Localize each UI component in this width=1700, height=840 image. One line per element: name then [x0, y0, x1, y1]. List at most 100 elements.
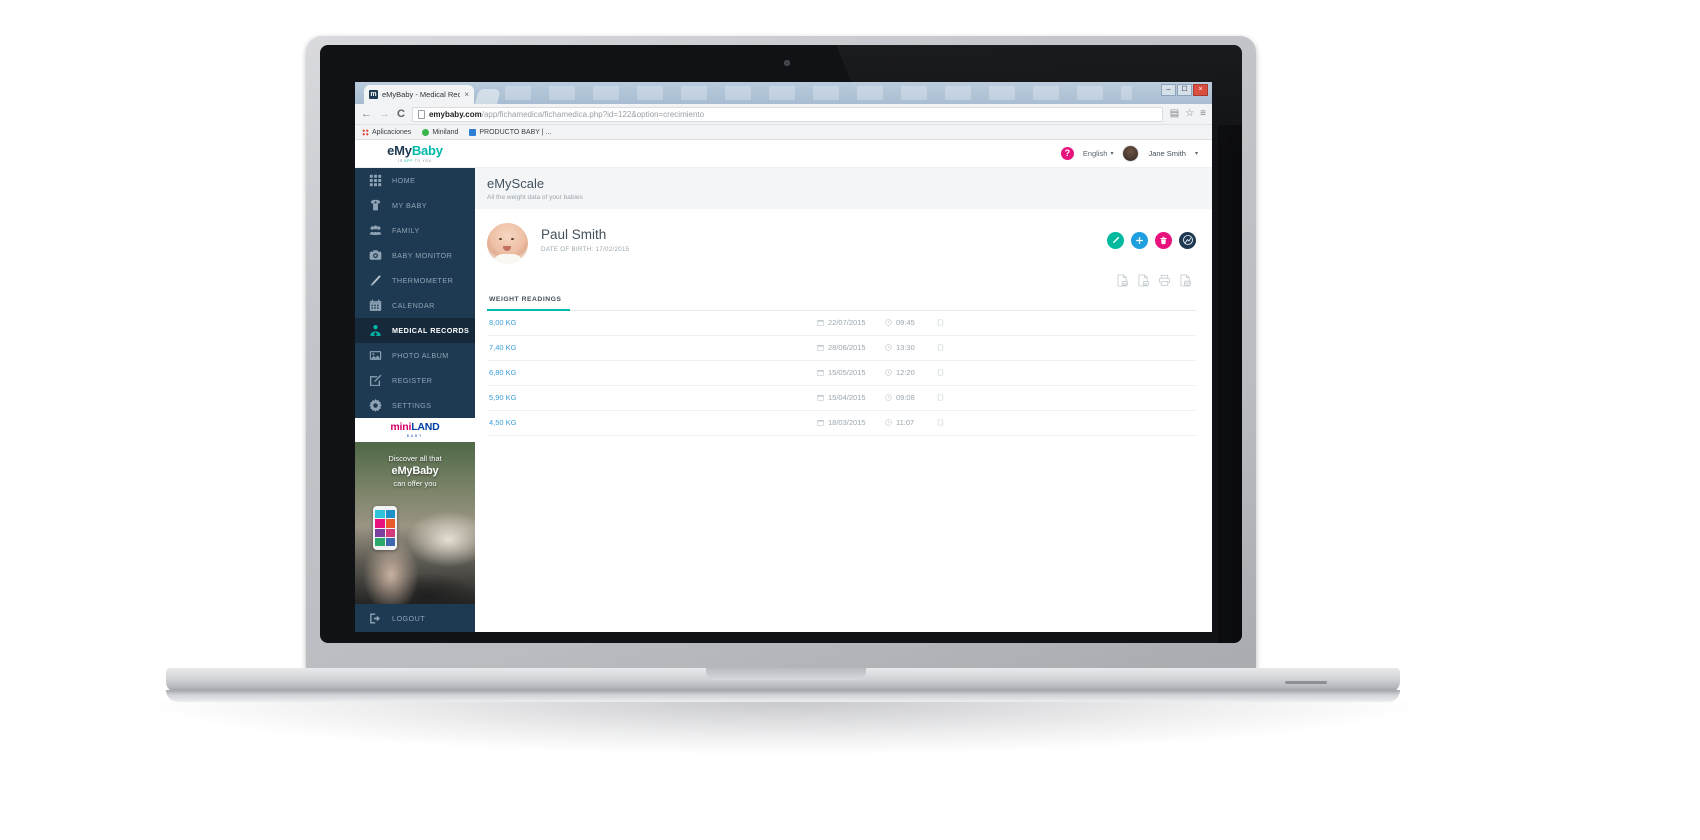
print-button[interactable] [1158, 274, 1171, 287]
language-selector[interactable]: English ▾ [1083, 149, 1114, 158]
forward-icon[interactable]: → [379, 108, 390, 120]
window-minimize-button[interactable]: – [1161, 84, 1176, 96]
calendar-icon [817, 395, 824, 402]
delete-button[interactable] [1155, 231, 1172, 249]
tab-close-icon[interactable]: × [464, 90, 469, 99]
edit-button[interactable] [1107, 231, 1124, 249]
logo-part-b: Baby [411, 143, 443, 159]
sidebar-item-label: PHOTO ALBUM [392, 351, 449, 360]
tab-title: eMyBaby - Medical Reco [382, 90, 461, 99]
page-subtitle: All the weight data of your babies [487, 193, 583, 201]
bookmark-star-icon[interactable]: ☆ [1185, 109, 1194, 119]
chevron-down-icon[interactable]: ▾ [1195, 150, 1198, 157]
sidebar-item-medical-records[interactable]: MEDICAL RECORDS [355, 318, 475, 343]
reading-weight: 5,90 KG [489, 393, 517, 403]
miniland-word-a: mini [390, 421, 412, 434]
screen-content: m eMyBaby - Medical Reco × – ☐ × ← → C e… [355, 82, 1212, 632]
sidebar: HOME MY BABY FAMILY BABY MONITOR THERMOM… [355, 168, 475, 632]
extension-icon[interactable]: ▤ [1170, 109, 1179, 119]
reading-time: 09:08 [885, 393, 937, 402]
back-icon[interactable]: ← [361, 108, 372, 120]
chart-button[interactable] [1179, 231, 1196, 249]
add-button[interactable] [1131, 231, 1148, 249]
reading-date-text: 15/05/2015 [828, 368, 866, 378]
sidebar-item-home[interactable]: HOME [355, 168, 475, 193]
reading-weight: 7,40 KG [489, 343, 517, 353]
bookmark-label: PRODUCTO BABY | ... [479, 128, 552, 136]
sidebar-item-my-baby[interactable]: MY BABY [355, 193, 475, 218]
sidebar-item-register[interactable]: REGISTER [355, 368, 475, 393]
reading-note[interactable] [937, 394, 944, 401]
table-row[interactable]: 7,40 KG 28/06/2015 13:30 [487, 336, 1196, 361]
bookmark-producto-baby[interactable]: PRODUCTO BABY | ... [469, 128, 552, 136]
baby-avatar[interactable] [487, 222, 528, 264]
webcam-icon [784, 60, 790, 66]
bookmark-apps[interactable]: Aplicaciones [362, 128, 411, 136]
miniland-logo-sub: BABY [406, 433, 424, 438]
baby-dob: DATE OF BIRTH: 17/02/2015 [541, 245, 630, 253]
avatar[interactable] [1122, 145, 1140, 162]
sidebar-item-baby-monitor[interactable]: BABY MONITOR [355, 243, 475, 268]
avatar-detail [493, 253, 523, 264]
reading-note[interactable] [937, 419, 944, 426]
sidebar-item-logout[interactable]: LOGOUT [355, 604, 475, 632]
sidebar-item-thermometer[interactable]: THERMOMETER [355, 268, 475, 293]
help-icon[interactable]: ? [1060, 147, 1074, 160]
clock-icon [885, 394, 892, 402]
page-title: eMyScale [487, 176, 545, 191]
sidebar-item-settings[interactable]: SETTINGS [355, 393, 475, 418]
promo-phone-image [373, 506, 397, 550]
table-row[interactable]: 8,00 KG 22/07/2015 09:45 [487, 311, 1196, 336]
sidebar-item-label: MY BABY [392, 201, 427, 210]
browser-tab-active[interactable]: m eMyBaby - Medical Reco × [364, 85, 474, 104]
reading-time-text: 09:45 [896, 318, 915, 328]
reading-date: 22/07/2015 [817, 318, 885, 327]
chrome-menu-icon[interactable]: ≡ [1200, 109, 1206, 119]
reload-icon[interactable]: C [397, 108, 405, 120]
sidebar-item-family[interactable]: FAMILY [355, 218, 475, 243]
url-path: /app/fichamedica/fichamedica.php?id=122&… [481, 109, 705, 119]
table-row[interactable]: 4,50 KG 18/03/2015 11:07 [487, 411, 1196, 436]
export-csv-button[interactable]: csv [1116, 274, 1129, 287]
address-bar[interactable]: emybaby.com/app/fichamedica/fichamedica.… [411, 106, 1163, 122]
app-logo-tagline: IS APP TO YOU [398, 159, 432, 163]
export-excel-button[interactable]: xls [1137, 274, 1150, 287]
content-panel: Paul Smith DATE OF BIRTH: 17/02/2015 csv… [475, 208, 1212, 632]
app-logo[interactable]: eMyBaby IS APP TO YOU [355, 140, 475, 168]
export-pdf-button[interactable]: pdf [1179, 274, 1192, 287]
promo-banner[interactable]: Discover all that eMyBaby can offer you [355, 442, 475, 604]
app-logo-text: eMyBaby [387, 144, 443, 157]
sidebar-item-label: FAMILY [392, 226, 420, 235]
reading-date-text: 15/04/2015 [828, 393, 866, 403]
bookmark-miniland[interactable]: Miniland [422, 128, 458, 136]
sidebar-item-label: REGISTER [392, 376, 433, 385]
apps-grid-icon [362, 128, 369, 136]
laptop-mockup: m eMyBaby - Medical Reco × – ☐ × ← → C e… [0, 0, 1700, 840]
web-app: eMyBaby IS APP TO YOU ? English ▾ Jane S… [355, 140, 1212, 632]
miniland-logo[interactable]: miniLAND BABY [355, 418, 475, 442]
miniland-word-b: LAND [411, 421, 440, 434]
reading-weight: 8,00 KG [489, 318, 517, 328]
reading-note[interactable] [937, 344, 944, 351]
clock-icon [885, 344, 892, 352]
reading-date: 18/03/2015 [817, 418, 885, 427]
sidebar-item-label: MEDICAL RECORDS [392, 326, 470, 335]
sidebar-item-calendar[interactable]: CALENDAR [355, 293, 475, 318]
avatar-detail [503, 245, 511, 251]
url-text: emybaby.com/app/fichamedica/fichamedica.… [429, 110, 704, 119]
table-row[interactable]: 6,80 KG 15/05/2015 12:20 [487, 361, 1196, 386]
page-info-icon[interactable] [417, 109, 425, 119]
profile-actions [1107, 223, 1196, 249]
window-close-button[interactable]: × [1193, 84, 1208, 96]
window-maximize-button[interactable]: ☐ [1177, 84, 1192, 96]
toolbar-right-group: ▤ ☆ ≡ [1170, 109, 1206, 119]
promo-line-3: can offer you [393, 478, 437, 488]
reading-note[interactable] [937, 319, 944, 326]
photo-icon [369, 349, 382, 362]
baby-info: Paul Smith DATE OF BIRTH: 17/02/2015 [528, 223, 629, 253]
sidebar-item-photo-album[interactable]: PHOTO ALBUM [355, 343, 475, 368]
table-row[interactable]: 5,90 KG 15/04/2015 09:08 [487, 386, 1196, 411]
new-tab-button[interactable] [474, 89, 502, 104]
reading-note[interactable] [937, 369, 944, 376]
tab-weight-readings[interactable]: WEIGHT READINGS [487, 296, 571, 311]
